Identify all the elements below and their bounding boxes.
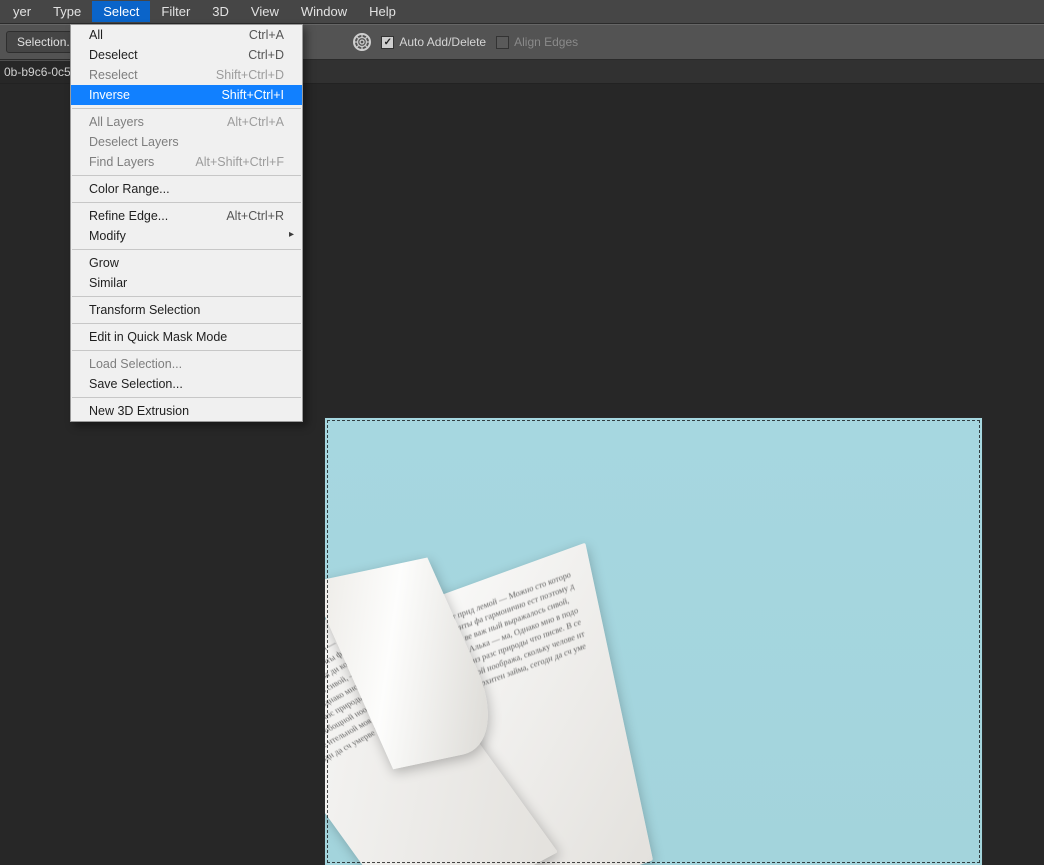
menu-item-save-selection[interactable]: Save Selection... (71, 374, 302, 394)
menu-separator (72, 108, 301, 109)
menu-separator (72, 323, 301, 324)
menu-item-label: Find Layers (89, 155, 154, 169)
menu-item-all[interactable]: All Ctrl+A (71, 25, 302, 45)
menu-item-grow[interactable]: Grow (71, 253, 302, 273)
menu-item-shortcut: Shift+Ctrl+I (221, 88, 284, 102)
menu-item-label: Save Selection... (89, 377, 183, 391)
menu-item-label: New 3D Extrusion (89, 404, 189, 418)
menu-item-color-range[interactable]: Color Range... (71, 179, 302, 199)
checkbox-checked-icon: ✓ (381, 36, 394, 49)
menu-type[interactable]: Type (42, 1, 92, 22)
menu-window[interactable]: Window (290, 1, 358, 22)
menu-separator (72, 249, 301, 250)
menu-item-deselect-layers: Deselect Layers (71, 132, 302, 152)
menu-item-label: Color Range... (89, 182, 170, 196)
menu-item-edit-in-quick-mask-mode[interactable]: Edit in Quick Mask Mode (71, 327, 302, 347)
main-menubar: yer Type Select Filter 3D View Window He… (0, 0, 1044, 24)
menu-layer[interactable]: yer (2, 1, 42, 22)
menu-item-label: Inverse (89, 88, 130, 102)
menu-item-shortcut: Ctrl+D (248, 48, 284, 62)
menu-item-label: Transform Selection (89, 303, 200, 317)
menu-item-label: Deselect (89, 48, 138, 62)
menu-separator (72, 175, 301, 176)
menu-item-all-layers: All Layers Alt+Ctrl+A (71, 112, 302, 132)
menu-item-label: Load Selection... (89, 357, 182, 371)
menu-item-shortcut: Ctrl+A (249, 28, 284, 42)
menu-item-label: Refine Edge... (89, 209, 168, 223)
menu-item-label: Grow (89, 256, 119, 270)
menu-item-label: Deselect Layers (89, 135, 179, 149)
menu-item-label: Edit in Quick Mask Mode (89, 330, 227, 344)
menu-separator (72, 350, 301, 351)
menu-item-label: Reselect (89, 68, 138, 82)
menu-item-modify[interactable]: Modify (71, 226, 302, 246)
align-edges-label: Align Edges (514, 35, 578, 49)
menu-item-label: All Layers (89, 115, 144, 129)
menu-filter[interactable]: Filter (150, 1, 201, 22)
menu-item-inverse[interactable]: Inverse Shift+Ctrl+I (71, 85, 302, 105)
menu-item-load-selection: Load Selection... (71, 354, 302, 374)
menu-separator (72, 397, 301, 398)
menu-item-shortcut: Alt+Ctrl+A (227, 115, 284, 129)
menu-item-deselect[interactable]: Deselect Ctrl+D (71, 45, 302, 65)
menu-item-new-3d-extrusion[interactable]: New 3D Extrusion (71, 401, 302, 421)
document-canvas[interactable]: горой этот прид лемой — Можно сто которо… (325, 418, 982, 865)
menu-item-label: Similar (89, 276, 127, 290)
menu-item-refine-edge[interactable]: Refine Edge... Alt+Ctrl+R (71, 206, 302, 226)
auto-add-delete-checkbox[interactable]: ✓ Auto Add/Delete (381, 35, 486, 49)
menu-item-reselect: Reselect Shift+Ctrl+D (71, 65, 302, 85)
menu-item-similar[interactable]: Similar (71, 273, 302, 293)
menu-3d[interactable]: 3D (201, 1, 240, 22)
menu-item-find-layers: Find Layers Alt+Shift+Ctrl+F (71, 152, 302, 172)
menu-item-shortcut: Alt+Ctrl+R (226, 209, 284, 223)
menu-item-shortcut: Alt+Shift+Ctrl+F (195, 155, 284, 169)
align-edges-checkbox[interactable]: Align Edges (496, 35, 578, 49)
menu-view[interactable]: View (240, 1, 290, 22)
menu-item-label: All (89, 28, 103, 42)
checkbox-empty-icon (496, 36, 509, 49)
gear-icon[interactable] (353, 33, 371, 51)
menu-separator (72, 202, 301, 203)
menu-item-transform-selection[interactable]: Transform Selection (71, 300, 302, 320)
select-menu-dropdown: All Ctrl+A Deselect Ctrl+D Reselect Shift+Ctr… (70, 24, 303, 422)
menu-select[interactable]: Select (92, 1, 150, 22)
menu-separator (72, 296, 301, 297)
menu-item-shortcut: Shift+Ctrl+D (216, 68, 284, 82)
menu-help[interactable]: Help (358, 1, 407, 22)
menu-item-label: Modify (89, 229, 126, 243)
auto-add-delete-label: Auto Add/Delete (399, 35, 486, 49)
